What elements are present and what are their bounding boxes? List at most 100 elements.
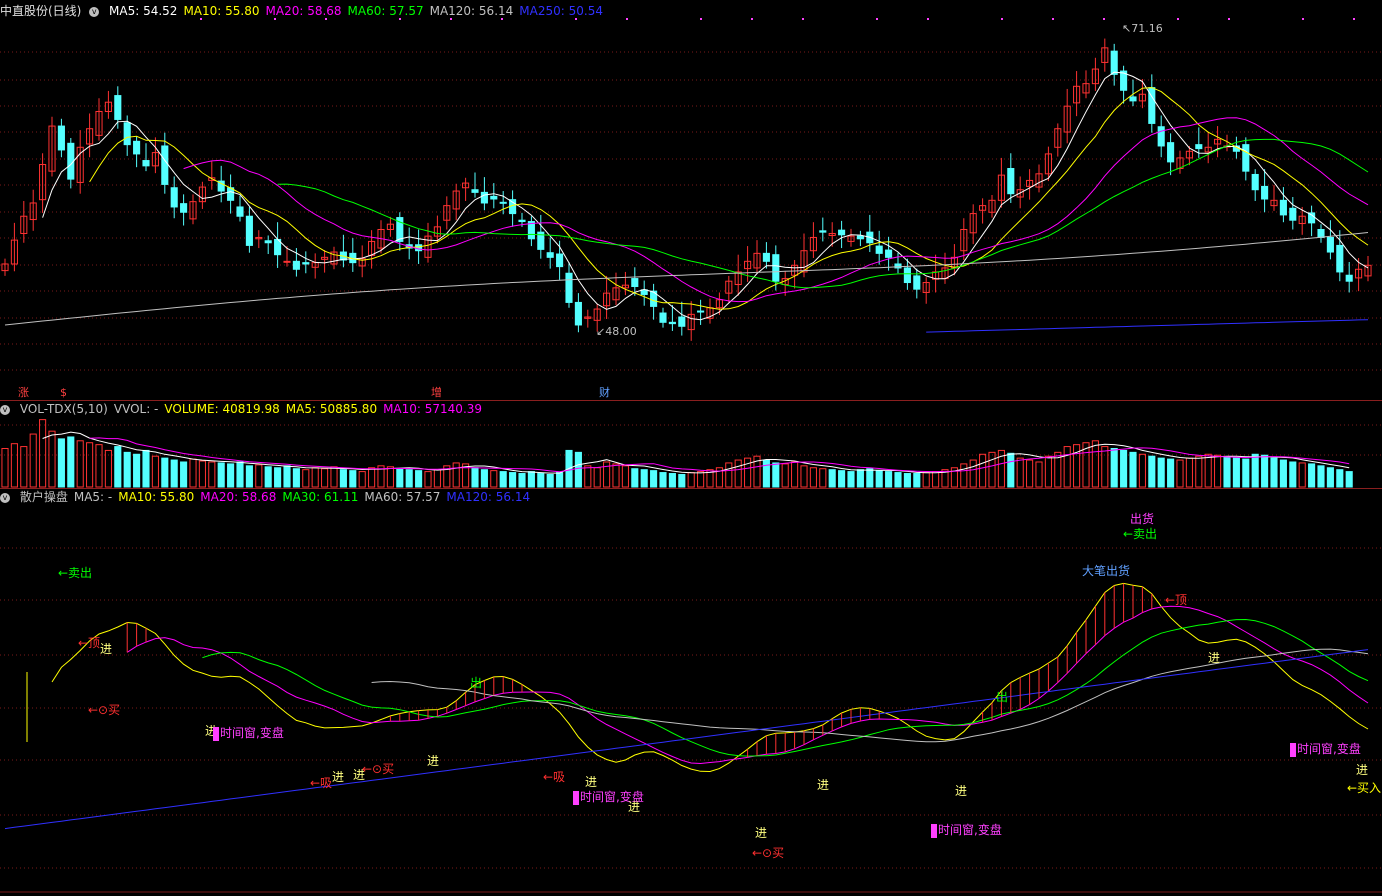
candle-body-132 <box>1242 144 1250 172</box>
volume-bar-96 <box>903 473 911 488</box>
annotation-18: 进 <box>755 824 767 841</box>
volume-bar-91 <box>856 469 864 488</box>
volume-bar-35 <box>330 466 338 488</box>
annotation-text: 进 <box>1356 763 1369 777</box>
volume-bar-10 <box>95 444 103 488</box>
candle-body-12 <box>114 95 122 120</box>
volume-bar-105 <box>988 451 996 488</box>
volume-bar-77 <box>725 462 733 488</box>
annotation-19: 时间窗,变盘 <box>931 821 1002 838</box>
volume-bar-11 <box>104 449 112 488</box>
volume-bar-121 <box>1138 453 1146 488</box>
volume-bar-72 <box>678 473 686 488</box>
volume-bar-45 <box>424 471 432 488</box>
ma250-line <box>926 319 1369 333</box>
candle-body-50 <box>471 189 479 193</box>
candle-body-127 <box>1195 144 1203 150</box>
volume-bar-7 <box>67 436 75 488</box>
annotation-5: 时间窗,变盘 <box>213 724 284 741</box>
volume-bar-37 <box>349 470 357 488</box>
annotation-1: ←顶 <box>78 634 100 651</box>
annotation-25: ←顶 <box>1165 591 1187 608</box>
top-dot-1 <box>274 18 276 20</box>
volume-bar-140 <box>1317 465 1325 488</box>
volume-bar-24 <box>227 463 235 488</box>
event-marker-3: 财 <box>599 385 610 399</box>
volume-bar-33 <box>311 467 319 488</box>
candle-body-107 <box>1007 168 1015 195</box>
top-dot-10 <box>802 18 804 20</box>
candle-body-70 <box>659 312 667 323</box>
candle-body-97 <box>913 275 921 290</box>
top-dot-15 <box>1103 18 1105 20</box>
candle-body-142 <box>1336 244 1344 273</box>
volume-bar-123 <box>1157 457 1165 488</box>
volume-bar-99 <box>932 471 940 488</box>
candle-body-124 <box>1167 142 1175 163</box>
annotation-6: ←吸 <box>310 774 332 791</box>
volume-bar-74 <box>697 471 705 488</box>
candle-body-141 <box>1326 236 1334 253</box>
volume-bar-38 <box>358 471 366 488</box>
top-dot-13 <box>1001 18 1003 20</box>
time-window-marker <box>1290 742 1296 757</box>
annotation-text: ←顶 <box>78 636 101 650</box>
annotation-text: 出 <box>996 690 1009 704</box>
ma5-line <box>42 71 1369 321</box>
candle-body-17 <box>161 145 169 185</box>
volume-bar-56 <box>527 471 535 488</box>
volume-bar-34 <box>321 468 329 488</box>
volume-bar-12 <box>114 446 122 488</box>
candle-body-19 <box>180 203 188 213</box>
volume-bar-122 <box>1148 455 1156 488</box>
volume-bar-113 <box>1063 446 1071 488</box>
volume-bar-31 <box>292 468 300 488</box>
top-dot-14 <box>1052 18 1054 20</box>
volume-bar-128 <box>1204 453 1212 488</box>
volume-bar-120 <box>1129 451 1137 488</box>
candle-body-32 <box>302 262 310 265</box>
candle-body-72 <box>678 316 686 327</box>
volume-bar-16 <box>151 455 159 488</box>
volume-bar-138 <box>1298 462 1306 488</box>
volume-bar-50 <box>471 467 479 488</box>
top-dot-8 <box>700 18 702 20</box>
annotation-11: 出 <box>470 674 482 691</box>
top-dot-0 <box>200 18 202 20</box>
volume-bar-1 <box>10 443 18 488</box>
volume-bar-42 <box>396 468 404 488</box>
volume-bar-134 <box>1261 454 1269 488</box>
annotation-12: ←吸 <box>543 768 565 785</box>
annotation-text: ←顶 <box>1165 593 1188 607</box>
candle-body-71 <box>668 321 676 325</box>
volume-bar-29 <box>274 467 282 488</box>
ind-ma120-line <box>4 649 1369 830</box>
volume-bar-69 <box>650 470 658 488</box>
volume-bar-71 <box>668 473 676 488</box>
candle-body-143 <box>1345 274 1353 282</box>
volume-bar-6 <box>57 438 65 488</box>
candle-body-30 <box>283 260 291 263</box>
volume-bar-15 <box>142 449 150 488</box>
annotation-text: 时间窗,变盘 <box>220 726 284 740</box>
volume-bar-139 <box>1308 463 1316 488</box>
volume-bar-141 <box>1326 467 1334 488</box>
volume-bar-130 <box>1223 456 1231 488</box>
annotation-text: ←卖出 <box>1123 527 1158 541</box>
candle-body-74 <box>697 310 705 313</box>
volume-bar-87 <box>819 468 827 488</box>
annotation-9: ←⊙买 <box>362 760 394 777</box>
annotation-text: ←⊙买 <box>88 703 121 717</box>
annotation-text: 出 <box>470 676 483 690</box>
volume-bar-143 <box>1345 471 1353 488</box>
stock-chart[interactable]: ↖71.16 ↙48.00 涨 $ 增 财 <box>0 0 1382 896</box>
volume-bar-13 <box>123 451 131 488</box>
annotation-17: ←⊙买 <box>752 844 784 861</box>
volume-bar-17 <box>161 457 169 488</box>
ind-ma10-line <box>51 582 1369 773</box>
annotation-text: 进 <box>585 775 598 789</box>
candle-body-91 <box>856 235 864 240</box>
annotation-text: ←吸 <box>310 776 333 790</box>
annotation-28: 进 <box>1356 761 1368 778</box>
event-marker-2: 增 <box>431 385 442 399</box>
